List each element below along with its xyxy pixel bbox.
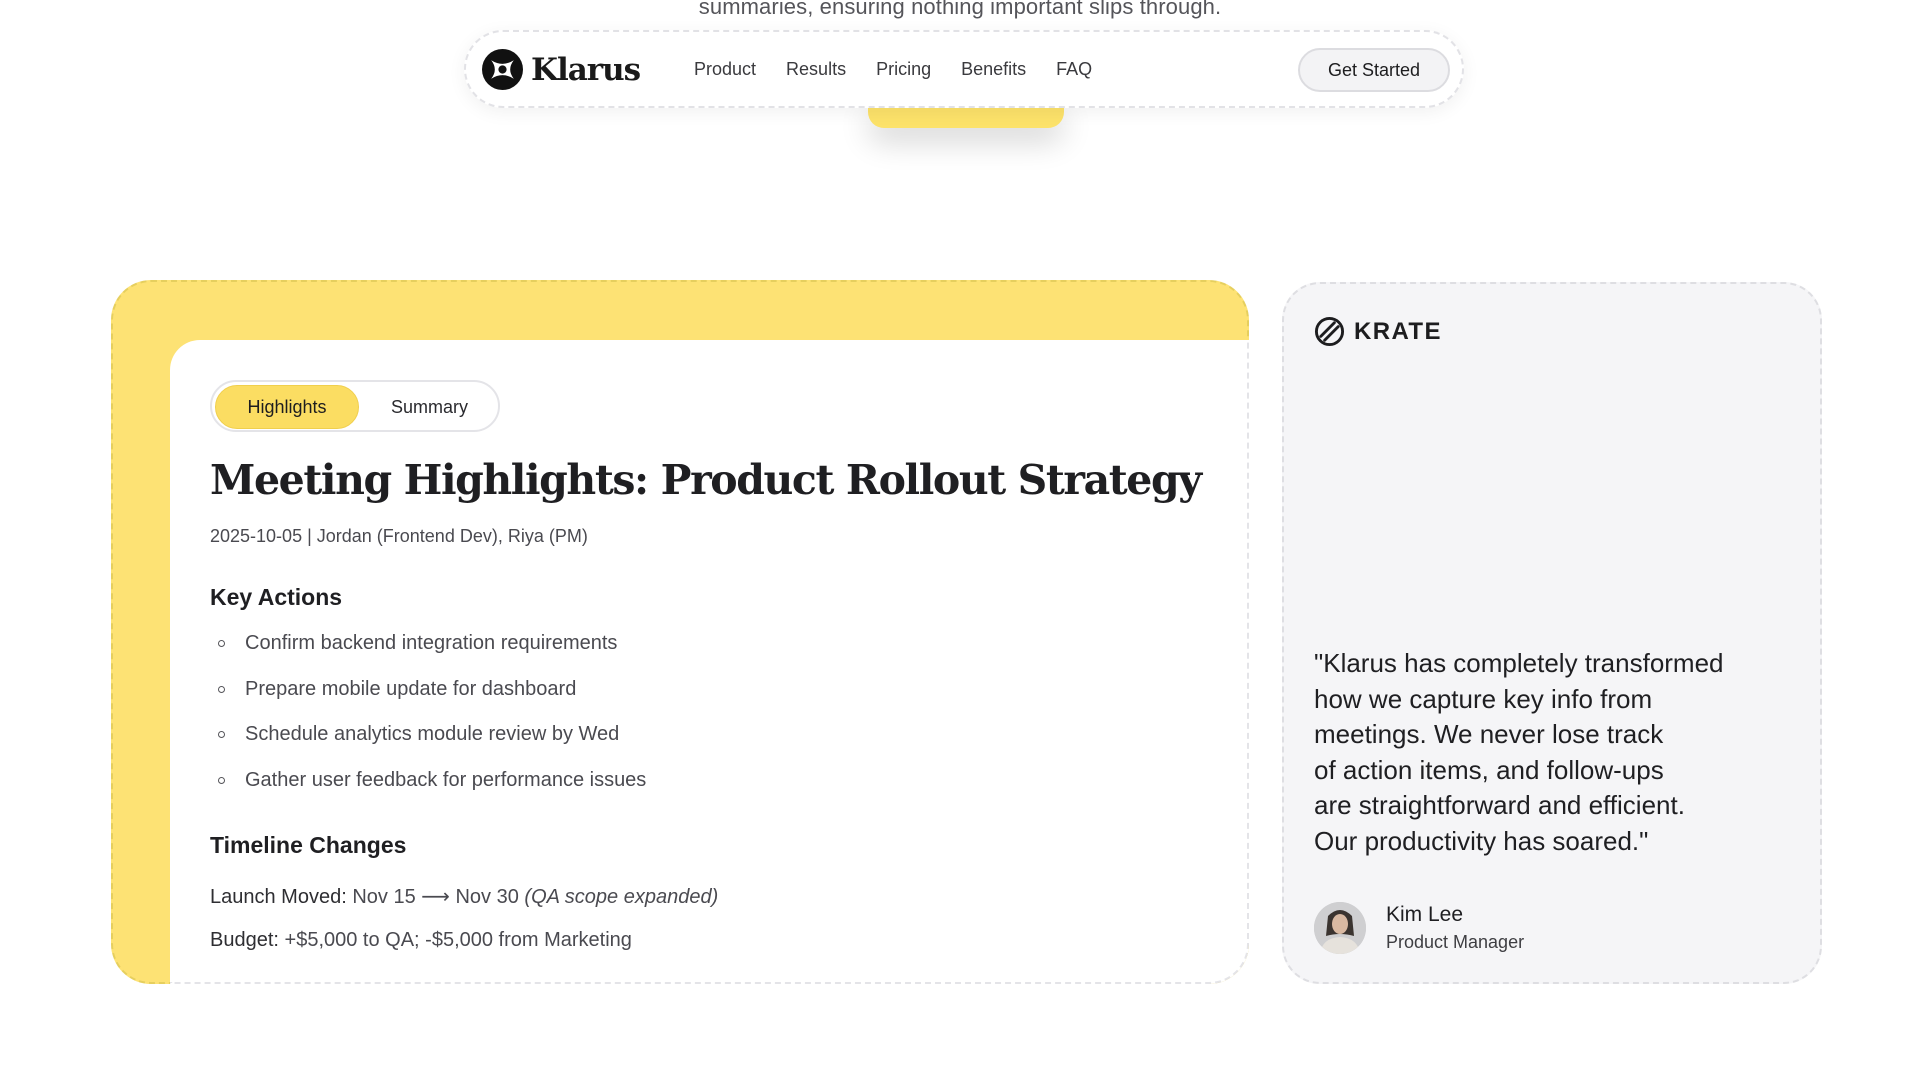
hero-subtitle: summaries, ensuring nothing important sl… [698,0,1222,19]
action-text: Confirm backend integration requirements [245,632,618,654]
testimonial-quote: "Klarus has completely transformed how w… [1314,646,1784,859]
budget-row: Budget: +$5,000 to QA; -$5,000 from Mark… [210,929,632,952]
author-name: Kim Lee [1386,903,1464,926]
circle-bullet-icon [218,776,225,784]
quote-line: how we capture key info from [1314,683,1653,714]
launch-row: Launch Moved: Nov 15 ⟶ Nov 30 (QA scope … [210,884,718,909]
quote-line: of action items, and follow-ups [1314,754,1664,785]
nav-links: Product Results Pricing Benefits FAQ [694,32,1122,106]
launch-label: Launch Moved: [210,886,347,908]
budget-value: +$5,000 to QA; -$5,000 from Marketing [284,929,632,951]
klarus-logo-icon [482,49,523,90]
list-item: Prepare mobile update for dashboard [210,678,646,724]
circle-bullet-icon [218,640,225,647]
author-role: Product Manager [1386,932,1525,952]
quote-line: are straightforward and efficient. [1314,790,1685,820]
action-text: Prepare mobile update for dashboard [245,677,577,700]
nav-link-pricing[interactable]: Pricing [876,59,931,80]
nav-link-faq[interactable]: FAQ [1056,59,1092,80]
list-item: Schedule analytics module review by Wed [210,723,646,769]
meeting-title: Meeting Highlights: Product Rollout Stra… [210,456,1202,504]
avatar [1314,902,1366,954]
list-item: Confirm backend integration requirements [210,632,646,678]
tab-highlights[interactable]: Highlights [215,385,359,429]
nav-link-benefits[interactable]: Benefits [961,59,1026,80]
action-text: Gather user feedback for performance iss… [245,768,647,791]
get-started-button[interactable]: Get Started [1297,48,1450,92]
brand-name: Klarus [531,51,641,88]
tab-summary[interactable]: Summary [362,385,497,429]
testimonial-author: Kim Lee Product Manager [1314,902,1524,954]
quote-line: Our productivity has soared." [1314,825,1649,856]
launch-value: Nov 15 ⟶ Nov 30 [352,886,519,908]
company-logo: KRATE [1314,316,1442,347]
quote-line: meetings. We never lose track [1314,719,1664,749]
meeting-card: Highlights Summary Meeting Highlights: P… [170,340,1249,984]
company-name: KRATE [1354,317,1442,345]
nav-link-results[interactable]: Results [786,59,846,80]
key-actions-list: Confirm backend integration requirements… [210,632,646,814]
krate-logo-icon [1314,316,1345,347]
brand-logo[interactable]: Klarus [482,49,641,90]
budget-label: Budget: [210,929,279,951]
launch-note: (QA scope expanded) [524,886,719,908]
navbar: Klarus Product Results Pricing Benefits … [464,30,1464,108]
timeline-heading: Timeline Changes [210,832,407,858]
nav-link-product[interactable]: Product [694,59,756,80]
circle-bullet-icon [218,731,225,738]
action-text: Schedule analytics module review by Wed [245,723,620,745]
meeting-meta: 2025-10-05 | Jordan (Frontend Dev), Riya… [210,526,588,546]
person-avatar-icon [1314,902,1366,954]
quote-line: "Klarus has completely transformed [1314,648,1724,678]
list-item: Gather user feedback for performance iss… [210,769,646,815]
view-tabs: Highlights Summary [210,380,500,432]
testimonial-card: KRATE "Klarus has completely transformed… [1282,282,1822,984]
key-actions-heading: Key Actions [210,584,343,610]
circle-bullet-icon [218,685,225,693]
